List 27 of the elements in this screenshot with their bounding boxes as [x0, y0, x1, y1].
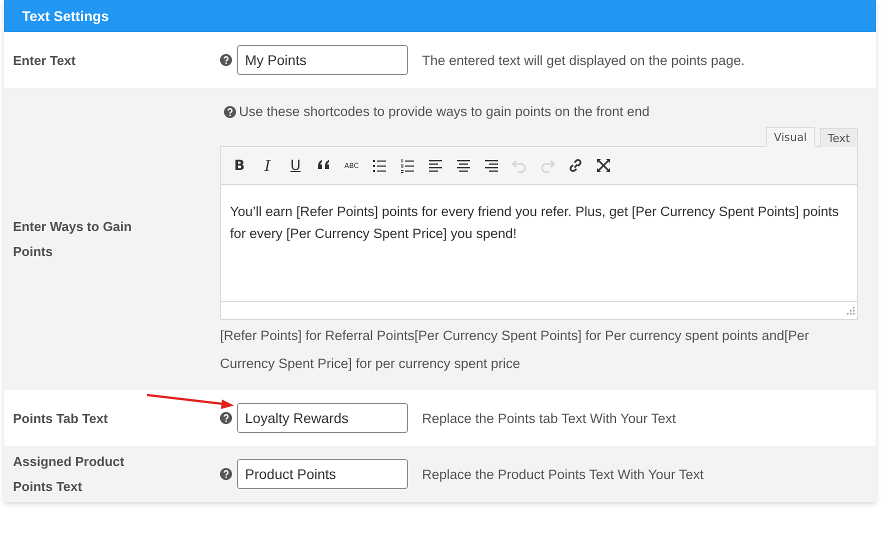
- help-icon[interactable]: [220, 54, 232, 66]
- help-icon[interactable]: [224, 106, 236, 118]
- help-icon[interactable]: [220, 468, 232, 480]
- editor-tab[interactable]: Text: [820, 128, 858, 147]
- resize-handle-icon[interactable]: [847, 306, 855, 314]
- field-label: Enter Text: [12, 52, 77, 70]
- field-label: Enter Ways to Gain Points: [12, 218, 133, 261]
- field-label: Assigned Product Points Text: [12, 453, 126, 496]
- field-description: The entered text will get displayed on the points page.: [422, 52, 745, 68]
- link-icon[interactable]: [568, 156, 583, 174]
- panel-title: Text Settings: [4, 0, 876, 32]
- editor-content: You’ll earn [Refer Points] points for every friend you refer. Plus, get [Per Currency Spent Points] points for every [Per Currency Spent Price] you spend!: [229, 203, 840, 243]
- fullscreen-icon[interactable]: [596, 156, 611, 174]
- help-icon[interactable]: [220, 412, 232, 424]
- text-field[interactable]: My Points: [237, 45, 408, 75]
- editor-tab[interactable]: Visual: [766, 127, 815, 147]
- italic-button[interactable]: I: [260, 156, 275, 174]
- text-field[interactable]: Loyalty Rewards: [237, 403, 408, 433]
- bold-button[interactable]: B: [232, 156, 247, 174]
- field-description: Replace the Points tab Text With Your Text: [422, 410, 676, 426]
- underline-button[interactable]: U: [288, 156, 303, 174]
- hint-text: Use these shortcodes to provide ways to gain points on the front end: [239, 104, 650, 119]
- field-label: Points Tab Text: [12, 410, 109, 428]
- shortcode-description: [Refer Points] for Referral Points[Per Currency Spent Points] for Per currency spent points and[Per Currency Spent Price] for per currency spent price: [220, 327, 810, 373]
- numbered-list-icon[interactable]: [400, 156, 415, 174]
- text-field[interactable]: Product Points: [237, 459, 408, 489]
- field-description: Replace the Product Points Text With Your Text: [422, 466, 704, 482]
